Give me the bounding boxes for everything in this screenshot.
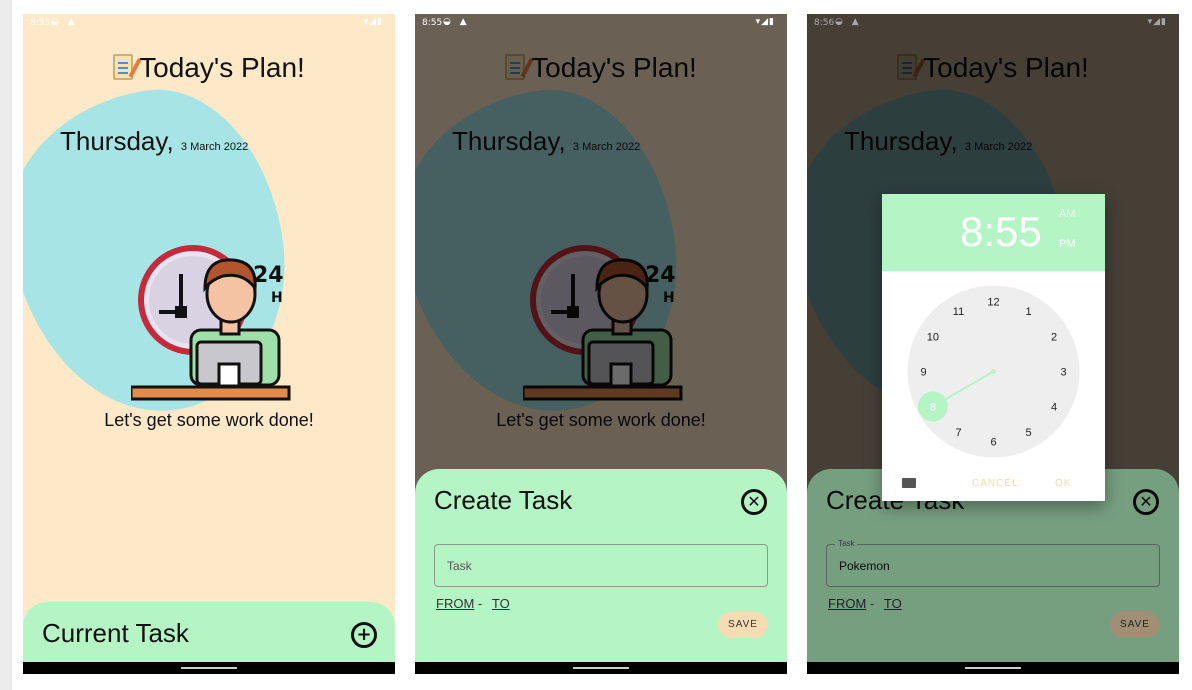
notepad-icon — [113, 54, 134, 80]
svg-text:H: H — [271, 290, 283, 306]
status-time: 8:55 — [30, 18, 51, 28]
signal-battery-icons: ▾◢▮ — [755, 17, 775, 27]
plus-circle-icon[interactable]: + — [351, 622, 377, 648]
create-task-title: Create Task — [434, 485, 573, 515]
from-link[interactable]: FROM — [436, 596, 474, 611]
screen-create-task: Today's Plan! Thursday, 3 March 2022 24 … — [415, 14, 787, 674]
dial-hour-2[interactable]: 2 — [1051, 332, 1057, 344]
home-gesture-handle[interactable] — [181, 667, 237, 669]
navigation-bar — [23, 662, 395, 674]
dial-center — [991, 369, 996, 374]
home-gesture-handle[interactable] — [965, 667, 1021, 669]
navigation-bar — [807, 662, 1179, 674]
weekday-label: Thursday, — [60, 126, 174, 156]
status-bar: 8:55 ◒ ▲ ▾◢▮ — [415, 14, 787, 34]
save-button[interactable]: SAVE — [718, 612, 768, 638]
range-separator: - — [477, 596, 483, 611]
to-link[interactable]: TO — [492, 596, 510, 611]
dial-hour-9[interactable]: 9 — [920, 367, 926, 379]
time-picker-dialog: 8:55 AM PM 12 1 2 3 4 5 6 7 8 9 10 11 CANCEL OK — [882, 194, 1105, 501]
screen-home: 8:55 ◒ ▲ ▾◢▮ Today's Plan! Thursday, 3 M… — [23, 14, 395, 674]
dial-hour-3[interactable]: 3 — [1060, 367, 1066, 379]
task-input[interactable]: Task — [434, 544, 768, 587]
ok-button[interactable]: OK — [1055, 478, 1071, 489]
home-background: Today's Plan! Thursday, 3 March 2022 24 … — [415, 14, 787, 674]
dial-hour-7[interactable]: 7 — [955, 427, 961, 439]
window-gutter — [0, 0, 12, 690]
svg-text:24: 24 — [253, 263, 284, 288]
dial-hour-6[interactable]: 6 — [990, 437, 996, 449]
dial-hour-10[interactable]: 10 — [927, 332, 939, 344]
keyboard-icon[interactable] — [902, 478, 916, 488]
current-date: Thursday, 3 March 2022 — [60, 126, 248, 157]
app-title-text: Today's Plan! — [139, 52, 305, 83]
notification-icons: ◒ ▲ — [51, 17, 78, 27]
app-title: Today's Plan! — [23, 52, 395, 84]
current-task-card[interactable]: Current Task + — [23, 602, 395, 662]
time-range: FROM - TO — [436, 596, 510, 611]
tagline: Let's get some work done! — [104, 410, 314, 430]
navigation-bar — [415, 662, 787, 674]
dial-hour-12[interactable]: 12 — [987, 297, 999, 309]
dial-hour-8[interactable]: 8 — [930, 402, 936, 414]
home-background: Today's Plan! Thursday, 3 March 2022 Let… — [807, 14, 1179, 674]
home-background: 8:55 ◒ ▲ ▾◢▮ Today's Plan! Thursday, 3 M… — [23, 14, 395, 674]
create-task-sheet: Create Task ✕ Task FROM - TO SAVE — [415, 469, 787, 662]
close-circle-icon[interactable]: ✕ — [741, 489, 767, 515]
clock-dial[interactable]: 121234567891011 — [906, 284, 1081, 459]
am-toggle[interactable]: AM — [1059, 208, 1076, 220]
pm-toggle[interactable]: PM — [1059, 238, 1076, 250]
home-gesture-handle[interactable] — [573, 667, 629, 669]
screen-time-picker: Today's Plan! Thursday, 3 March 2022 Let… — [807, 14, 1179, 674]
dialog-actions: CANCEL OK — [882, 465, 1105, 501]
current-task-title: Current Task — [42, 618, 189, 648]
dial-hour-1[interactable]: 1 — [1025, 306, 1031, 318]
status-time: 8:55 — [422, 18, 443, 28]
cancel-button[interactable]: CANCEL — [972, 478, 1019, 489]
status-bar: 8:55 ◒ ▲ ▾◢▮ — [23, 14, 395, 34]
dial-hour-11[interactable]: 11 — [953, 306, 964, 318]
selected-time[interactable]: 8:55 — [960, 208, 1042, 256]
notification-icons: ◒ ▲ — [443, 17, 470, 27]
dial-hour-4[interactable]: 4 — [1051, 402, 1057, 414]
date-label: 3 March 2022 — [180, 141, 249, 153]
signal-battery-icons: ▾◢▮ — [363, 17, 383, 27]
time-picker-header: 8:55 AM PM — [882, 194, 1105, 271]
task-placeholder: Task — [447, 559, 472, 573]
dial-hour-5[interactable]: 5 — [1025, 427, 1031, 439]
person-at-laptop-24h-clock-illustration: 24 H — [131, 245, 291, 401]
